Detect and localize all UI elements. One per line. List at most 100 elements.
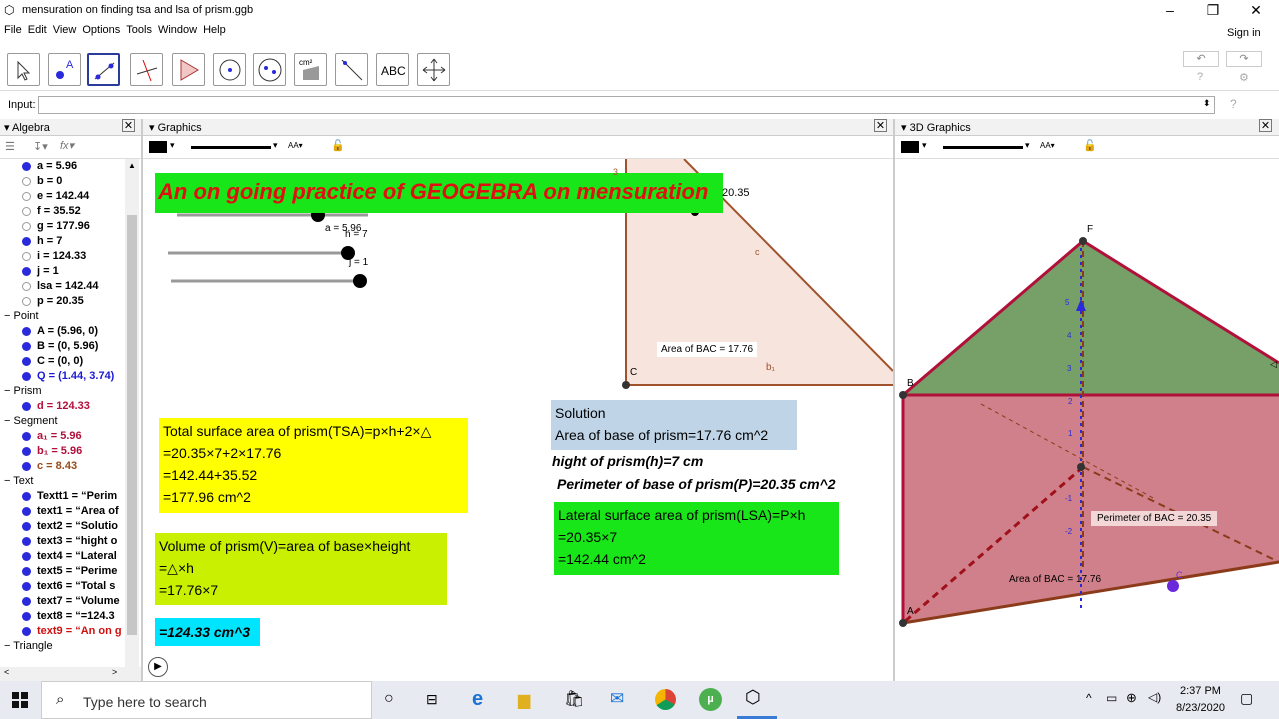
move-tool-button[interactable] bbox=[7, 53, 40, 86]
maximize-button[interactable]: ❐ bbox=[1193, 0, 1233, 22]
perpendicular-tool-button[interactable] bbox=[130, 53, 163, 86]
file-explorer-icon[interactable]: ▆ bbox=[518, 690, 530, 710]
visibility-toggle-icon[interactable] bbox=[22, 566, 31, 576]
redo-button[interactable]: ↷ bbox=[1226, 51, 1262, 67]
graphics-view[interactable]: An on going practice of GEOGEBRA on mens… bbox=[143, 159, 893, 681]
mail-icon[interactable]: ✉ bbox=[610, 689, 624, 709]
menu-file[interactable]: File bbox=[4, 24, 22, 36]
algebra-item[interactable]: a₁ = 5.96 bbox=[0, 429, 140, 444]
language-icon[interactable]: ⊕ bbox=[1126, 690, 1137, 706]
algebra-group-header[interactable]: − Segment bbox=[0, 414, 140, 429]
visibility-toggle-icon[interactable] bbox=[22, 596, 31, 606]
visibility-toggle-icon[interactable] bbox=[22, 341, 31, 351]
algebra-item[interactable]: Q = (1.44, 3.74) bbox=[0, 369, 140, 384]
expand-3d-icon[interactable]: ◁ bbox=[1270, 359, 1277, 370]
geogebra-taskbar-icon[interactable]: ⬡ bbox=[745, 687, 761, 708]
visibility-toggle-icon[interactable] bbox=[22, 326, 31, 336]
algebra-item[interactable]: a = 5.96 bbox=[0, 159, 140, 174]
algebra-item[interactable]: B = (0, 5.96) bbox=[0, 339, 140, 354]
point-tool-button[interactable]: A bbox=[48, 53, 81, 86]
clock-time[interactable]: 2:37 PM bbox=[1180, 685, 1221, 697]
algebra-group-header[interactable]: − Prism bbox=[0, 384, 140, 399]
polygon-tool-button[interactable] bbox=[172, 53, 205, 86]
visibility-toggle-icon[interactable] bbox=[22, 551, 31, 561]
move-view-tool-button[interactable] bbox=[417, 53, 450, 86]
battery-icon[interactable]: ▭ bbox=[1106, 691, 1117, 705]
algebra-item[interactable]: b₁ = 5.96 bbox=[0, 444, 140, 459]
circle-tool-button[interactable] bbox=[213, 53, 246, 86]
visibility-toggle-icon[interactable] bbox=[22, 506, 31, 516]
algebra-item[interactable]: text8 = “=124.3 bbox=[0, 609, 140, 624]
visibility-toggle-icon[interactable] bbox=[22, 521, 31, 531]
menu-help[interactable]: Help bbox=[203, 24, 226, 36]
line-style-picker[interactable] bbox=[191, 146, 271, 149]
algebra-item[interactable]: i = 124.33 bbox=[0, 249, 140, 264]
algebra-item[interactable]: e = 142.44 bbox=[0, 189, 140, 204]
menu-options[interactable]: Options bbox=[82, 24, 120, 36]
algebra-item[interactable]: text9 = “An on g bbox=[0, 624, 140, 639]
graphics-close-button[interactable]: ✕ bbox=[874, 119, 887, 132]
algebra-item[interactable]: f = 35.52 bbox=[0, 204, 140, 219]
visibility-toggle-icon[interactable] bbox=[22, 446, 31, 456]
edge-icon[interactable]: e bbox=[472, 688, 483, 711]
color-swatch-3d[interactable] bbox=[901, 141, 919, 153]
algebra-item[interactable]: C = (0, 0) bbox=[0, 354, 140, 369]
visibility-toggle-icon[interactable] bbox=[22, 206, 31, 216]
algebra-item[interactable]: text1 = “Area of bbox=[0, 504, 140, 519]
multitask-icon[interactable]: ⊟ bbox=[426, 691, 438, 708]
algebra-item[interactable]: d = 124.33 bbox=[0, 399, 140, 414]
visibility-toggle-icon[interactable] bbox=[22, 431, 31, 441]
visibility-toggle-icon[interactable] bbox=[22, 266, 31, 276]
chrome-icon[interactable] bbox=[655, 689, 676, 710]
color-swatch[interactable] bbox=[149, 141, 167, 153]
menu-window[interactable]: Window bbox=[158, 24, 197, 36]
algebra-item[interactable]: j = 1 bbox=[0, 264, 140, 279]
input-help-icon[interactable]: ? bbox=[1230, 97, 1237, 111]
menu-lines-icon[interactable]: ☰ bbox=[5, 140, 15, 153]
input-field[interactable] bbox=[38, 96, 1215, 114]
utorrent-icon[interactable]: µ bbox=[699, 688, 722, 711]
visibility-toggle-icon[interactable] bbox=[22, 611, 31, 621]
text-tool-button[interactable]: ABC bbox=[376, 53, 409, 86]
menu-view[interactable]: View bbox=[53, 24, 77, 36]
algebra-item[interactable]: text5 = “Perime bbox=[0, 564, 140, 579]
graphics3d-view[interactable]: F B A C Perimeter of BAC = 20.35 Area of… bbox=[895, 159, 1279, 681]
visibility-toggle-icon[interactable] bbox=[22, 236, 31, 246]
algebra-group-header[interactable]: − Point bbox=[0, 309, 140, 324]
algebra-item[interactable]: text6 = “Total s bbox=[0, 579, 140, 594]
input-dropdown-icon[interactable]: ⬍ bbox=[1203, 98, 1211, 109]
algebra-item[interactable]: c = 8.43 bbox=[0, 459, 140, 474]
help-icon[interactable]: ? bbox=[1197, 71, 1203, 83]
fx-icon[interactable]: fx▾ bbox=[60, 139, 74, 152]
algebra-item[interactable]: lsa = 142.44 bbox=[0, 279, 140, 294]
visibility-toggle-icon[interactable] bbox=[22, 401, 31, 411]
algebra-group-header[interactable]: − Triangle bbox=[0, 639, 140, 654]
volume-icon[interactable]: ◁) bbox=[1148, 690, 1161, 704]
algebra-item[interactable]: g = 177.96 bbox=[0, 219, 140, 234]
algebra-item[interactable]: A = (5.96, 0) bbox=[0, 324, 140, 339]
lock-icon-3d[interactable]: 🔓 bbox=[1083, 139, 1097, 152]
algebra-item[interactable]: h = 7 bbox=[0, 234, 140, 249]
algebra-close-button[interactable]: ✕ bbox=[122, 119, 135, 132]
visibility-toggle-icon[interactable] bbox=[22, 251, 31, 261]
undo-button[interactable]: ↶ bbox=[1183, 51, 1219, 67]
ellipse-tool-button[interactable] bbox=[253, 53, 286, 86]
visibility-toggle-icon[interactable] bbox=[22, 296, 31, 306]
sort-icon[interactable]: ↧▾ bbox=[33, 140, 48, 153]
algebra-scrollbar[interactable]: ▲ bbox=[125, 159, 139, 667]
collapse-icon[interactable]: − bbox=[4, 475, 13, 487]
visibility-toggle-icon[interactable] bbox=[22, 356, 31, 366]
reflect-tool-button[interactable] bbox=[335, 53, 368, 86]
algebra-item[interactable]: Textt1 = “Perim bbox=[0, 489, 140, 504]
play-button[interactable]: ▶ bbox=[148, 657, 168, 677]
algebra-item[interactable]: b = 0 bbox=[0, 174, 140, 189]
windows-start-icon[interactable] bbox=[12, 692, 28, 708]
algebra-group-header[interactable]: − Text bbox=[0, 474, 140, 489]
taskbar-search-box[interactable]: ⌕ Type here to search bbox=[41, 681, 372, 719]
area-tool-button[interactable]: cm² bbox=[294, 53, 327, 86]
visibility-toggle-icon[interactable] bbox=[22, 176, 31, 186]
text-size-icon[interactable]: AA▾ bbox=[288, 141, 303, 150]
close-button[interactable]: ✕ bbox=[1236, 0, 1276, 22]
minimize-button[interactable]: – bbox=[1150, 0, 1190, 22]
visibility-toggle-icon[interactable] bbox=[22, 221, 31, 231]
